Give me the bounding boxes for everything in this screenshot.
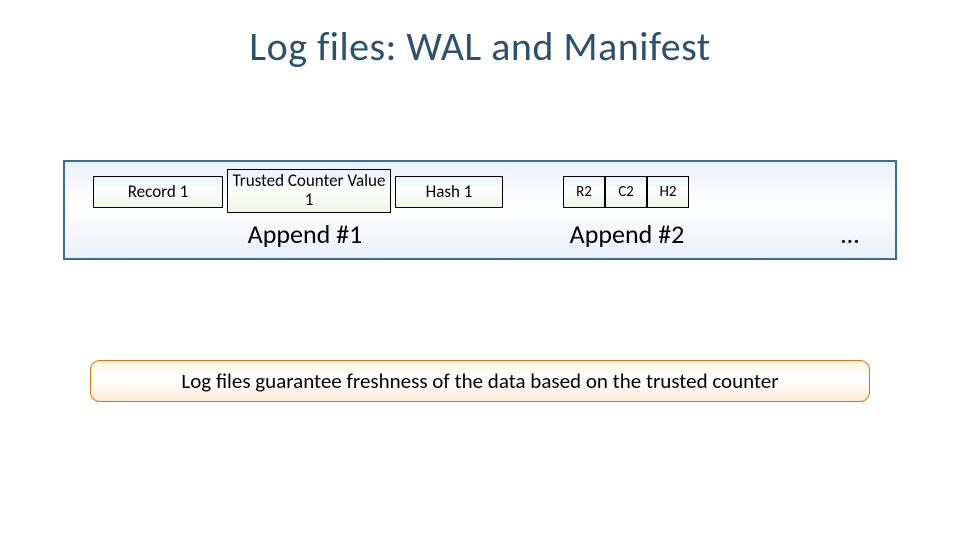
- callout: Log files guarantee freshness of the dat…: [90, 360, 870, 402]
- append-2-label: Append #2: [557, 218, 697, 250]
- slide: Log files: WAL and Manifest Record 1 Tru…: [0, 0, 960, 540]
- slide-title: Log files: WAL and Manifest: [0, 22, 960, 71]
- ellipsis: …: [841, 218, 859, 250]
- cell-counter-1: Trusted Counter Value 1: [227, 169, 391, 213]
- cell-record-1: Record 1: [93, 176, 223, 208]
- cell-hash-1: Hash 1: [395, 176, 503, 208]
- log-strip: Record 1 Trusted Counter Value 1 Hash 1 …: [63, 160, 897, 260]
- cell-c2: C2: [605, 176, 647, 208]
- cell-h2: H2: [647, 176, 689, 208]
- cell-r2: R2: [563, 176, 605, 208]
- append-1-label: Append #1: [225, 218, 385, 250]
